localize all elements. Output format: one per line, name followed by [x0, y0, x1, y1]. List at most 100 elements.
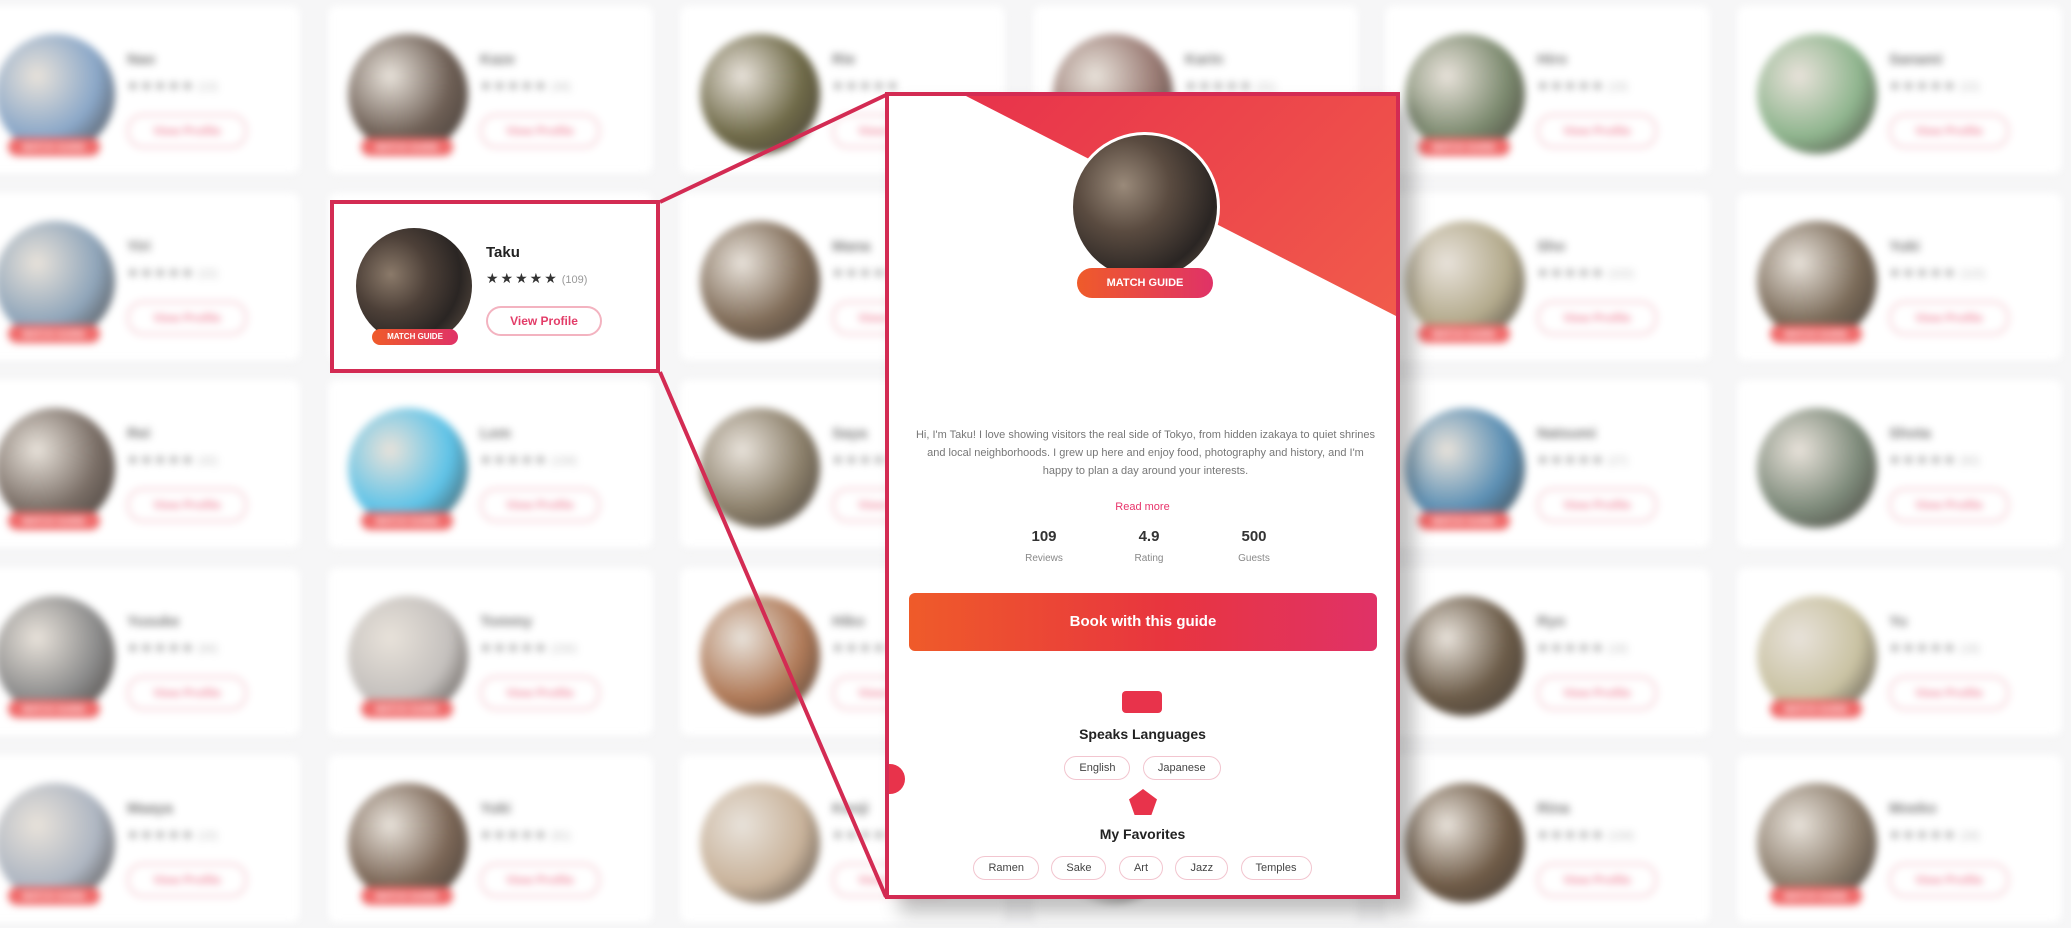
guide-card[interactable]: MATCH GUIDE Yusuke ★★★★★ (66) View Profile: [0, 568, 300, 736]
rating-stars: ★★★★★(109): [486, 270, 587, 287]
match-guide-badge: MATCH GUIDE: [1418, 325, 1510, 343]
stat-guests: 500 Guests: [1209, 528, 1299, 564]
view-profile-button[interactable]: View Profile: [480, 863, 600, 897]
guide-avatar[interactable]: [348, 34, 468, 154]
view-profile-button[interactable]: View Profile: [1537, 863, 1657, 897]
match-guide-badge: MATCH GUIDE: [361, 138, 453, 156]
review-count: (15): [198, 830, 218, 842]
rating-stars: ★★★★★ (66): [127, 640, 218, 655]
match-guide-badge: MATCH GUIDE: [361, 700, 453, 718]
view-profile-button[interactable]: View Profile: [1889, 863, 2009, 897]
guide-card[interactable]: MATCH GUIDE Lem ★★★★★ (108) View Profile: [328, 380, 653, 548]
guide-avatar[interactable]: [0, 596, 115, 716]
review-count: (102): [1608, 268, 1634, 280]
stat-value: 500: [1241, 528, 1267, 545]
guide-name: Saya: [832, 425, 868, 442]
guide-card[interactable]: MATCH GUIDE Maaya ★★★★★ (15) View Profile: [0, 755, 300, 923]
view-profile-button[interactable]: View Profile: [1537, 488, 1657, 522]
guide-avatar[interactable]: [1405, 596, 1525, 716]
guide-name: Kenji: [832, 800, 869, 817]
guide-avatar[interactable]: [0, 783, 115, 903]
profile-avatar: [1070, 132, 1220, 282]
guide-avatar[interactable]: [700, 783, 820, 903]
guide-avatar[interactable]: [1405, 34, 1525, 154]
guide-avatar[interactable]: [1757, 408, 1877, 528]
guide-avatar[interactable]: [356, 228, 472, 344]
match-guide-badge: MATCH GUIDE: [8, 512, 100, 530]
rating-stars: ★★★★★ (115): [1889, 265, 1986, 280]
guide-avatar[interactable]: [700, 34, 820, 154]
view-profile-button[interactable]: View Profile: [1537, 676, 1657, 710]
guide-card[interactable]: MATCH GUIDE Tommy ★★★★★ (230) View Profile: [328, 568, 653, 736]
rating-stars: ★★★★★ (81): [480, 827, 571, 842]
rating-stars: ★★★★★ (27): [1537, 452, 1628, 467]
stat-rating: 4.9 Rating: [1104, 528, 1194, 564]
guide-name: Rina: [1537, 800, 1570, 817]
view-profile-button[interactable]: View Profile: [1537, 301, 1657, 335]
guide-avatar[interactable]: [0, 408, 115, 528]
review-count: (82): [1960, 455, 1980, 467]
review-count: (108): [551, 455, 577, 467]
view-profile-button[interactable]: View Profile: [1889, 676, 2009, 710]
view-profile-button[interactable]: View Profile: [1889, 114, 2009, 148]
view-profile-button[interactable]: View Profile: [127, 676, 247, 710]
guide-avatar[interactable]: [700, 596, 820, 716]
guide-avatar[interactable]: [348, 596, 468, 716]
guide-card[interactable]: Rina ★★★★★ (108) View Profile: [1385, 755, 1710, 923]
view-profile-button[interactable]: View Profile: [480, 676, 600, 710]
guide-card-highlighted[interactable]: MATCH GUIDE Taku ★★★★★ (109) View Profile: [330, 200, 660, 373]
guide-card[interactable]: Ryo ★★★★★ (18) View Profile: [1385, 568, 1710, 736]
view-profile-button[interactable]: View Profile: [1889, 301, 2009, 335]
view-profile-button[interactable]: View Profile: [127, 488, 247, 522]
guide-card[interactable]: Sanami ★★★★★ (22) View Profile: [1737, 6, 2062, 174]
guide-name: Yiri: [127, 238, 151, 255]
guide-card[interactable]: MATCH GUIDE Yuki ★★★★★ (115) View Profile: [1737, 193, 2062, 361]
view-profile-button[interactable]: View Profile: [480, 488, 600, 522]
guide-avatar[interactable]: [0, 221, 115, 341]
guide-card[interactable]: MATCH GUIDE Sho ★★★★★ (102) View Profile: [1385, 193, 1710, 361]
stat-value: 4.9: [1138, 528, 1160, 545]
guide-card[interactable]: MATCH GUIDE Moeko ★★★★★ (28) View Profile: [1737, 755, 2062, 923]
review-count: (108): [1608, 830, 1634, 842]
guide-card[interactable]: MATCH GUIDE Kaze ★★★★★ (46) View Profile: [328, 6, 653, 174]
match-guide-badge: MATCH GUIDE: [8, 325, 100, 343]
guide-avatar[interactable]: [1405, 221, 1525, 341]
guide-name: Hiko: [832, 613, 865, 630]
guide-avatar[interactable]: [0, 34, 115, 154]
view-profile-button[interactable]: View Profile: [1889, 488, 2009, 522]
stat-label: Rating: [1134, 553, 1164, 564]
guide-avatar[interactable]: [1757, 221, 1877, 341]
guide-avatar[interactable]: [348, 783, 468, 903]
view-profile-button[interactable]: View Profile: [127, 301, 247, 335]
view-profile-button[interactable]: View Profile: [1537, 114, 1657, 148]
guide-card[interactable]: MATCH GUIDE Nao ★★★★★ (13) View Profile: [0, 6, 300, 174]
guide-card[interactable]: MATCH GUIDE Yu ★★★★★ (18) View Profile: [1737, 568, 2062, 736]
guide-avatar[interactable]: [700, 408, 820, 528]
guide-card[interactable]: MATCH GUIDE Hiro ★★★★★ (19) View Profile: [1385, 6, 1710, 174]
guide-avatar[interactable]: [348, 408, 468, 528]
guide-avatar[interactable]: [1757, 596, 1877, 716]
guide-card[interactable]: MATCH GUIDE Yiri ★★★★★ (22) View Profile: [0, 193, 300, 361]
read-more-link[interactable]: Read more: [889, 501, 1396, 513]
guide-avatar[interactable]: [1405, 408, 1525, 528]
guide-avatar[interactable]: [700, 221, 820, 341]
book-guide-button[interactable]: Book with this guide: [909, 593, 1377, 651]
guide-card[interactable]: MATCH GUIDE Natsumi ★★★★★ (27) View Profile: [1385, 380, 1710, 548]
guide-name: Nao: [127, 51, 156, 68]
guide-card[interactable]: MATCH GUIDE Rei ★★★★★ (42) View Profile: [0, 380, 300, 548]
guide-card[interactable]: Shota ★★★★★ (82) View Profile: [1737, 380, 2062, 548]
language-icon: [1122, 691, 1162, 713]
view-profile-button[interactable]: View Profile: [486, 306, 602, 336]
view-profile-button[interactable]: View Profile: [127, 114, 247, 148]
review-count: (18): [1960, 643, 1980, 655]
view-profile-button[interactable]: View Profile: [480, 114, 600, 148]
review-count: (18): [1608, 643, 1628, 655]
guide-card[interactable]: MATCH GUIDE Yuki ★★★★★ (81) View Profile: [328, 755, 653, 923]
guide-avatar[interactable]: [1757, 783, 1877, 903]
guide-avatar[interactable]: [1405, 783, 1525, 903]
view-profile-button[interactable]: View Profile: [127, 863, 247, 897]
guide-name: Shota: [1889, 425, 1931, 442]
match-guide-badge: MATCH GUIDE: [1770, 700, 1862, 718]
guide-name: Tommy: [480, 613, 533, 630]
guide-avatar[interactable]: [1757, 34, 1877, 154]
